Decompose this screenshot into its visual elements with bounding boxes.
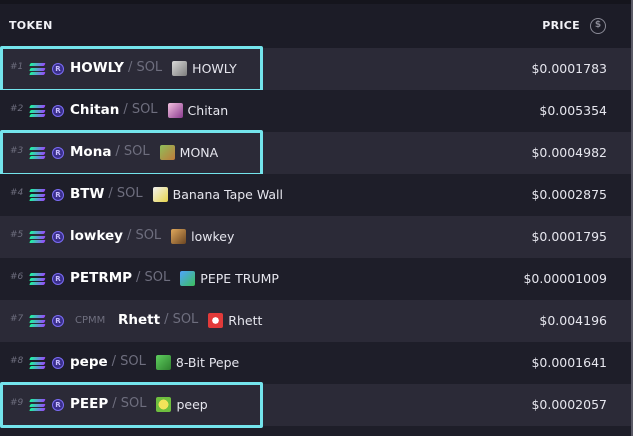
token-row[interactable]: #4 R BTW / SOL Banana Tape Wall $0.0002875 xyxy=(0,174,631,216)
token-symbol[interactable]: pepe xyxy=(70,354,108,370)
solana-icon xyxy=(29,273,46,285)
raydium-icon: R xyxy=(52,357,64,369)
token-price: $0.00001009 xyxy=(523,271,607,286)
token-row[interactable]: #6 R PETRMP / SOL PEPE TRUMP $0.00001009 xyxy=(0,258,631,300)
token-name: Banana Tape Wall xyxy=(172,187,283,202)
table-header: TOKEN PRICE $ xyxy=(0,4,631,48)
raydium-icon: R xyxy=(52,105,64,117)
rank-label: #7 xyxy=(10,314,24,324)
highlight-box xyxy=(0,130,263,176)
token-price: $0.0002057 xyxy=(531,397,607,412)
token-price: $0.0001783 xyxy=(531,61,607,76)
token-name: Chitan xyxy=(187,103,229,118)
highlight-box xyxy=(0,46,263,92)
rank-label: #2 xyxy=(10,104,24,114)
raydium-icon: R xyxy=(52,231,64,243)
token-price: $0.0001641 xyxy=(531,355,607,370)
token-row[interactable]: #8 Rpepe / SOL 8-Bit Pepe $0.0001641 xyxy=(0,342,631,384)
rank-label: #8 xyxy=(10,356,24,366)
solana-icon xyxy=(29,315,46,327)
token-table: TOKEN PRICE $ #1 R HOWLY / SOL HOWLY $0.00017… xyxy=(0,0,633,436)
token-image-pixel-pepe-avatar xyxy=(155,355,171,370)
token-price: $0.005354 xyxy=(539,103,607,118)
token-price: $0.0004982 xyxy=(531,145,607,160)
raydium-icon: R xyxy=(52,189,64,201)
token-name: Rhett xyxy=(228,313,263,328)
raydium-icon: R xyxy=(52,273,64,285)
solana-icon xyxy=(29,105,46,117)
dollar-circle-icon[interactable]: $ xyxy=(590,18,606,34)
token-symbol[interactable]: BTW xyxy=(70,186,104,202)
quote-symbol: / SOL xyxy=(136,270,171,285)
quote-symbol: / SOL xyxy=(164,312,199,327)
solana-icon xyxy=(29,357,46,369)
token-symbol[interactable]: Rhett xyxy=(118,312,160,328)
token-row[interactable]: #5 Rlowkey / SOL lowkey $0.0001795 xyxy=(0,216,631,258)
token-price: $0.0001795 xyxy=(531,229,607,244)
quote-symbol: / SOL xyxy=(123,102,158,117)
price-column-header[interactable]: PRICE xyxy=(542,19,580,32)
rank-label: #6 xyxy=(10,272,24,282)
token-symbol[interactable]: PETRMP xyxy=(70,270,132,286)
token-price: $0.004196 xyxy=(539,313,607,328)
solana-icon xyxy=(29,189,46,201)
token-image-chitan-avatar xyxy=(167,103,183,118)
token-image-dog-avatar xyxy=(171,229,187,244)
token-image-banana-avatar xyxy=(152,187,168,202)
token-column-header[interactable]: TOKEN xyxy=(9,19,53,32)
highlight-box xyxy=(0,382,263,428)
token-symbol[interactable]: lowkey xyxy=(70,228,123,244)
token-image-pepe-trump-avatar xyxy=(180,271,196,286)
quote-symbol: / SOL xyxy=(111,354,146,369)
quote-symbol: / SOL xyxy=(108,186,143,201)
token-name: lowkey xyxy=(191,229,235,244)
token-image-rhett-avatar xyxy=(208,313,224,328)
quote-symbol: / SOL xyxy=(126,228,162,243)
rank-label: #5 xyxy=(10,230,24,240)
token-row[interactable]: #2 R Chitan / SOL Chitan $0.005354 xyxy=(0,90,631,132)
token-name: 8-Bit Pepe xyxy=(175,355,240,370)
rank-label: #4 xyxy=(10,188,24,198)
solana-icon xyxy=(29,231,46,243)
token-row[interactable]: #7 R CPMM Rhett / SOL Rhett $0.004196 xyxy=(0,300,631,342)
raydium-icon: R xyxy=(52,315,64,327)
pool-type-label: CPMM xyxy=(75,315,106,326)
token-name: PEPE TRUMP xyxy=(200,271,279,286)
token-price: $0.0002875 xyxy=(531,187,607,202)
token-symbol[interactable]: Chitan xyxy=(70,102,119,118)
